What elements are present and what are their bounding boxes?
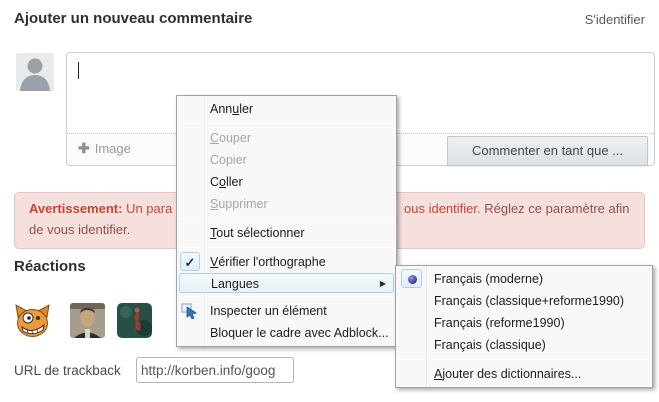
- context-menu: Annuler Couper Copier Coller Supprimer Tout s…: [176, 95, 397, 347]
- submenu-arrow-icon: ▶: [380, 274, 386, 294]
- trackback-label: URL de trackback: [14, 363, 121, 378]
- menu-item-label: Copier: [210, 153, 247, 167]
- warning-text-line2: de vous identifier.: [29, 222, 130, 237]
- menu-item-label: Annuler: [210, 102, 253, 116]
- menu-item-label: Ajouter des dictionnaires...: [434, 367, 581, 381]
- menu-item-coller[interactable]: Coller: [177, 171, 396, 193]
- person-silhouette-icon: [16, 53, 54, 91]
- menu-separator: [179, 123, 394, 124]
- user-avatar: [16, 53, 54, 91]
- inspect-element-icon: [181, 303, 198, 319]
- menu-item-label: Français (classique): [434, 338, 546, 352]
- menu-item-label: Vérifier l'orthographe: [210, 255, 326, 269]
- portrait-photo: [70, 303, 105, 338]
- text-cursor: [78, 62, 79, 79]
- comment-page: Ajouter un nouveau commentaire S'identif…: [0, 0, 659, 402]
- fantasy-art-photo: [117, 303, 152, 338]
- menu-item-supprimer: Supprimer: [177, 193, 396, 215]
- comment-submit-button[interactable]: Commenter en tant que ...: [447, 136, 648, 166]
- menu-item-langues[interactable]: Langues ▶: [179, 273, 394, 293]
- menu-item-label: Langues: [211, 277, 259, 291]
- reaction-avatar-fantasy[interactable]: [117, 303, 152, 338]
- warning-text-line1: Avertissement: Un para: [29, 201, 172, 216]
- languages-submenu: Français (moderne) Français (classique+re…: [395, 265, 653, 388]
- reactions-heading: Réactions: [14, 258, 86, 275]
- menu-item-label: Inspecter un élément: [210, 304, 327, 318]
- menu-item-annuler[interactable]: Annuler: [177, 98, 396, 120]
- menu-item-tout-selectionner[interactable]: Tout sélectionner: [177, 222, 396, 244]
- radio-selected-icon: [401, 269, 422, 288]
- menu-item-verifier-orthographe[interactable]: Vérifier l'orthographe ✓: [177, 251, 396, 273]
- signin-link[interactable]: S'identifier: [585, 12, 645, 27]
- warning-text-line1-right: ous identifier. Réglez ce paramètre afin: [404, 201, 629, 216]
- cat-cartoon-icon: [15, 303, 50, 338]
- menu-item-label: Coller: [210, 175, 243, 189]
- menu-separator: [179, 296, 394, 297]
- warning-label: Avertissement:: [29, 201, 122, 216]
- menu-item-francais-classique-reforme1990[interactable]: Français (classique+reforme1990): [396, 290, 652, 312]
- menu-item-francais-reforme1990[interactable]: Français (reforme1990): [396, 312, 652, 334]
- menu-item-inspecter-element[interactable]: Inspecter un élément: [177, 300, 396, 322]
- checkmark-icon: ✓: [180, 252, 200, 271]
- trackback-url-input[interactable]: [136, 357, 294, 383]
- menu-item-label: Français (reforme1990): [434, 316, 565, 330]
- menu-separator: [179, 247, 394, 248]
- plus-icon: ✚: [78, 140, 90, 157]
- menu-item-label: Français (classique+reforme1990): [434, 294, 624, 308]
- menu-separator: [179, 218, 394, 219]
- reaction-avatar-cat[interactable]: [15, 303, 50, 338]
- menu-item-label: Bloquer le cadre avec Adblock...: [210, 326, 389, 340]
- menu-item-francais-classique[interactable]: Français (classique): [396, 334, 652, 356]
- menu-item-label: Supprimer: [210, 197, 268, 211]
- menu-item-francais-moderne[interactable]: Français (moderne): [396, 268, 652, 290]
- menu-item-label: Couper: [210, 131, 251, 145]
- menu-item-ajouter-dictionnaires[interactable]: Ajouter des dictionnaires...: [396, 363, 652, 385]
- reaction-avatar-portrait[interactable]: [70, 303, 105, 338]
- add-image-button[interactable]: ✚Image: [78, 140, 131, 157]
- menu-item-label: Tout sélectionner: [210, 226, 305, 240]
- menu-item-label: Français (moderne): [434, 272, 543, 286]
- menu-item-copier: Copier: [177, 149, 396, 171]
- page-title: Ajouter un nouveau commentaire: [14, 10, 252, 27]
- menu-item-bloquer-adblock[interactable]: Bloquer le cadre avec Adblock...: [177, 322, 396, 344]
- menu-item-couper: Couper: [177, 127, 396, 149]
- menu-separator: [398, 359, 650, 360]
